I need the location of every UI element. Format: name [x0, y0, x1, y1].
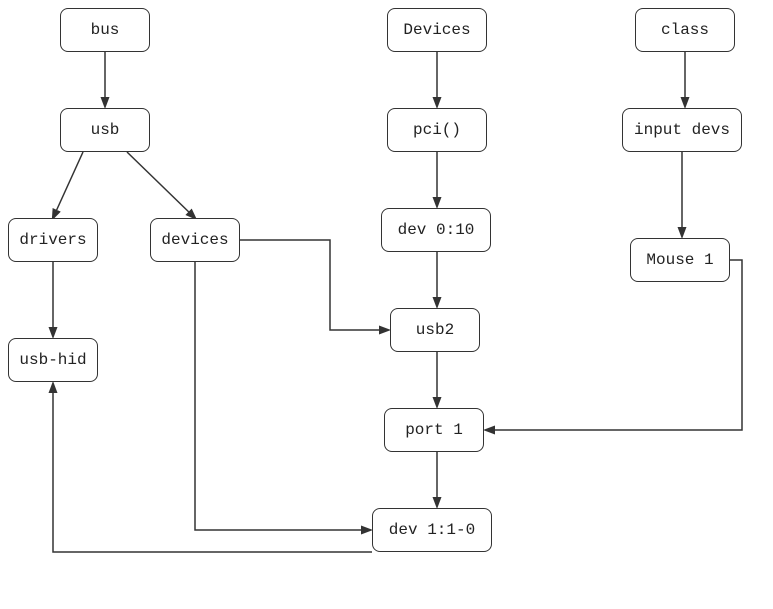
node-usb-hid: usb-hid — [8, 338, 98, 382]
diagram: bus usb drivers devices usb-hid Devices … — [0, 0, 773, 609]
node-port1: port 1 — [384, 408, 484, 452]
node-dev110: dev 1:1-0 — [372, 508, 492, 552]
node-drivers: drivers — [8, 218, 98, 262]
node-Devices: Devices — [387, 8, 487, 52]
node-mouse1: Mouse 1 — [630, 238, 730, 282]
node-usb: usb — [60, 108, 150, 152]
node-devices: devices — [150, 218, 240, 262]
node-class: class — [635, 8, 735, 52]
node-pci: pci() — [387, 108, 487, 152]
node-bus: bus — [60, 8, 150, 52]
node-usb2: usb2 — [390, 308, 480, 352]
node-inputdevs: input devs — [622, 108, 742, 152]
node-dev010: dev 0:10 — [381, 208, 491, 252]
